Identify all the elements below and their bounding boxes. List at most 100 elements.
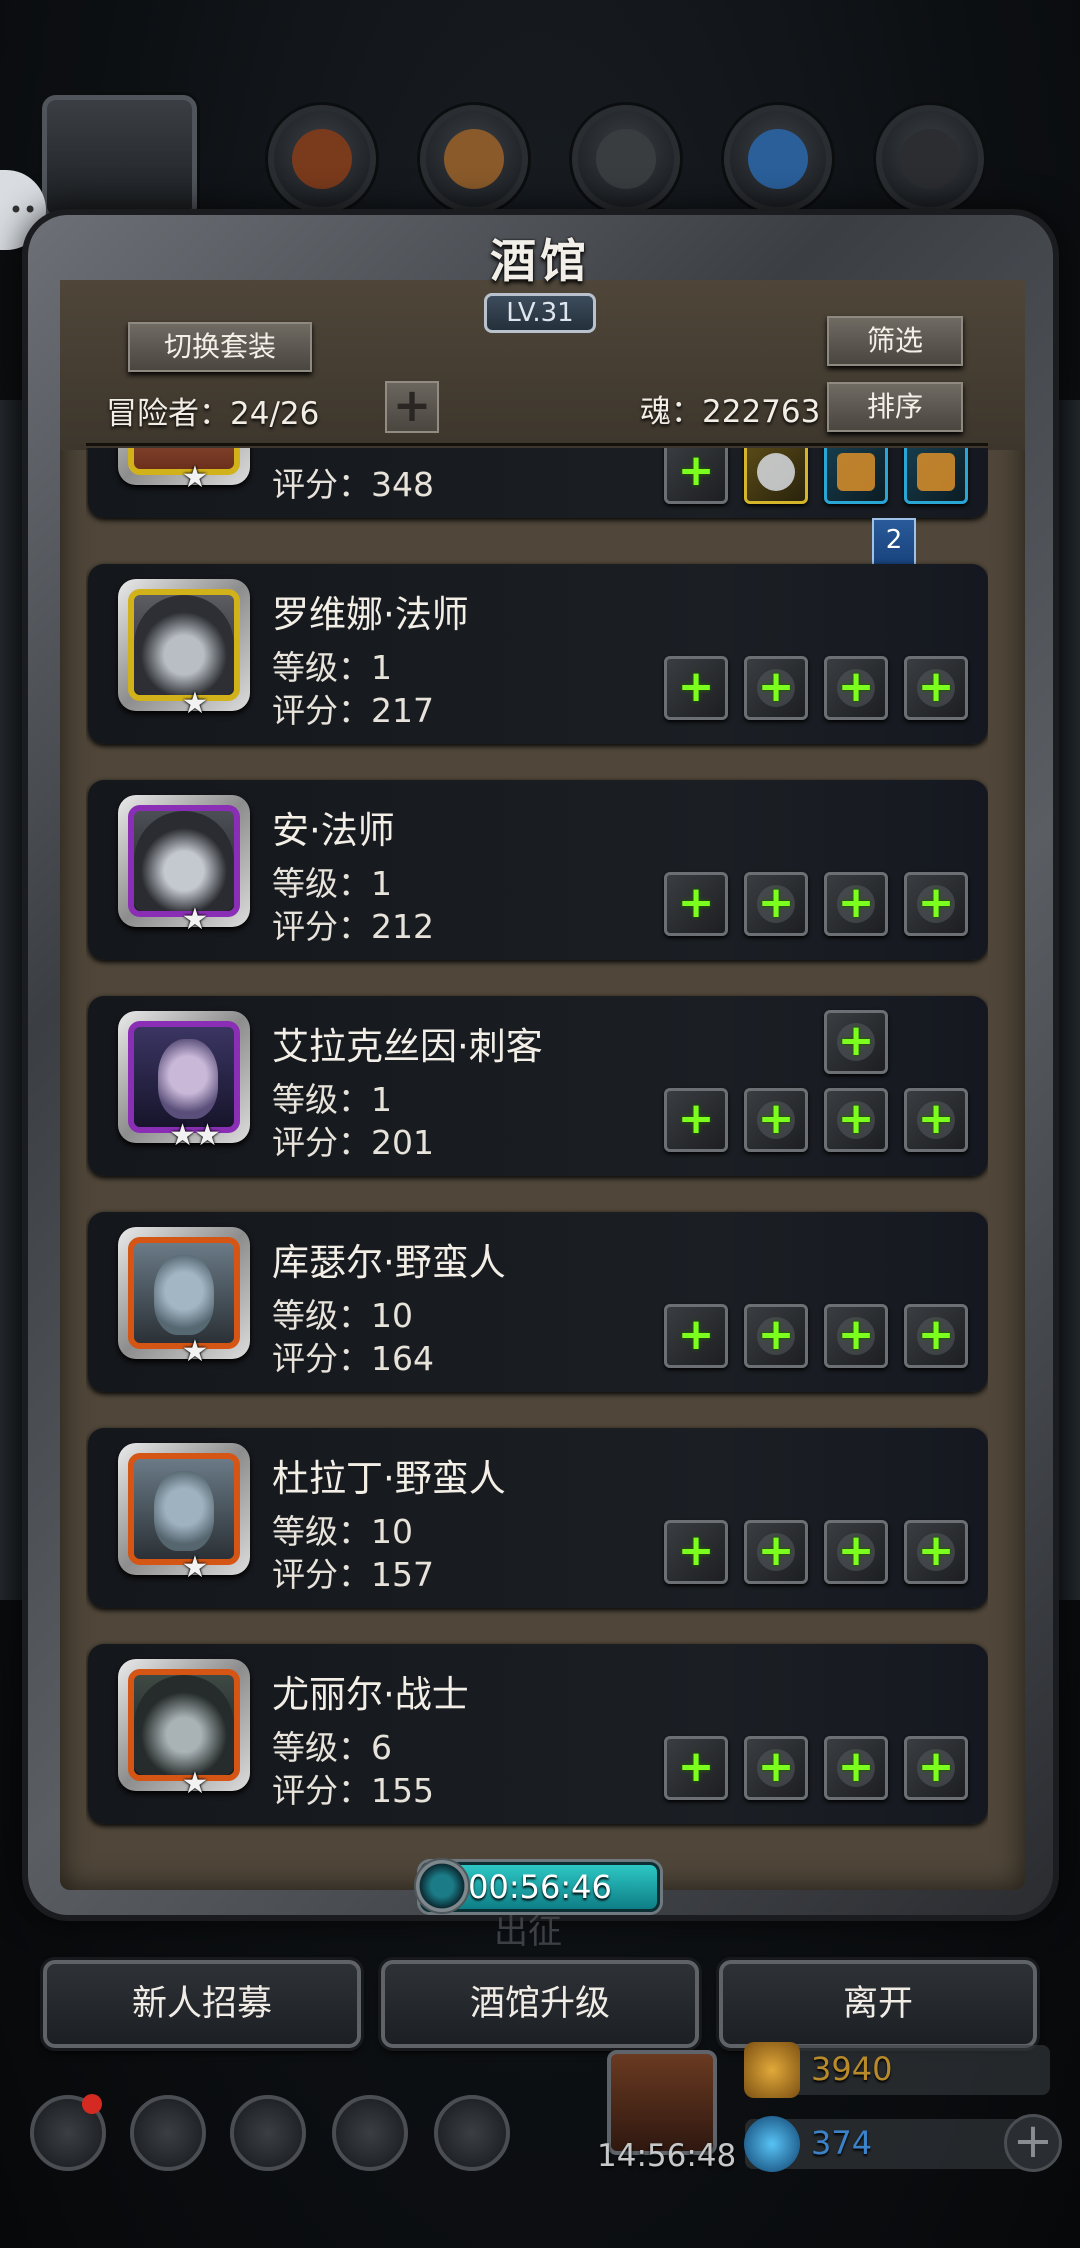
equip-slot-armor[interactable]: + [744, 1736, 808, 1800]
hero-avatar: ★ [118, 1443, 250, 1585]
equip-slot-accessory-2[interactable]: + [904, 1736, 968, 1800]
hero-name: 罗维娜·法师 [272, 593, 469, 636]
hero-score: 评分：212 [272, 907, 434, 946]
equip-slot-accessory[interactable]: + [824, 1088, 888, 1152]
equip-slot-weapon[interactable]: + [664, 656, 728, 720]
equip-slot-accessory[interactable]: + [824, 1736, 888, 1800]
equip-slot-accessory[interactable]: + [824, 1520, 888, 1584]
tavern-upgrade-button[interactable]: 酒馆升级 [381, 1960, 699, 2048]
hero-stars: ★ [181, 1334, 209, 1369]
hero-avatar: ★ [118, 1659, 250, 1801]
hero-avatar: ★ [118, 579, 250, 721]
hero-avatar: ★ [118, 448, 250, 495]
top-slot-bar [0, 95, 1080, 225]
add-gems-button[interactable]: + [1004, 2114, 1062, 2172]
hero-stars: ★ [181, 1550, 209, 1585]
adventurer-count: 冒险者：24/26 [106, 396, 320, 432]
hero-name: 尤丽尔·战士 [272, 1673, 469, 1716]
add-adventurer-slot-button[interactable]: + [385, 381, 439, 433]
hero-stars: ★★ [169, 1118, 221, 1153]
equip-slot-accessory-2[interactable]: + [904, 872, 968, 936]
hero-stars: ★ [181, 1766, 209, 1801]
equip-slot-accessory[interactable]: + [824, 872, 888, 936]
equip-slot-accessory[interactable]: + [824, 656, 888, 720]
hero-score: 评分：155 [272, 1771, 434, 1810]
equip-slot-weapon[interactable]: + [664, 1088, 728, 1152]
sort-button[interactable]: 排序 [827, 382, 963, 432]
equip-slot-accessory-2[interactable]: + [904, 656, 968, 720]
equip-slot-weapon[interactable]: + [664, 1736, 728, 1800]
equip-slot-armor[interactable]: + [744, 1520, 808, 1584]
equip-slot-accessory[interactable] [824, 448, 888, 504]
top-slot-ore-icon[interactable] [876, 105, 984, 213]
hero-score: 评分：164 [272, 1339, 434, 1378]
hero-level: 等级：10 [272, 1512, 413, 1551]
top-slot-weapon-icon[interactable] [268, 105, 376, 213]
equip-slot-accessory-2[interactable]: + [904, 1520, 968, 1584]
hero-card-partial[interactable]: ★ 评分：348 + [88, 448, 988, 518]
hero-level: 等级：10 [272, 1296, 413, 1335]
hero-name: 安·法师 [272, 809, 395, 852]
equip-slot-armor[interactable]: + [744, 1088, 808, 1152]
hero-score: 评分：201 [272, 1123, 434, 1162]
timer-clock-icon [414, 1858, 470, 1914]
top-slot-metal-icon[interactable] [572, 105, 680, 213]
hero-score: 评分：157 [272, 1555, 434, 1594]
equip-slot-armor[interactable]: + [744, 1304, 808, 1368]
hero-card[interactable]: ★ 尤丽尔·战士 等级：6 评分：155 + + + + [88, 1644, 988, 1824]
hero-avatar: ★ [118, 1227, 250, 1369]
equip-slot-armor[interactable] [744, 448, 808, 504]
hero-avatar: ★★ [118, 1011, 250, 1153]
gold-amount: 3940 [811, 2050, 893, 2088]
leave-button[interactable]: 离开 [719, 1960, 1037, 2048]
gem-icon [744, 2116, 800, 2172]
equip-slot-accessory-2[interactable] [904, 448, 968, 504]
hero-name: 艾拉克丝因·刺客 [272, 1025, 543, 1068]
hero-level: 等级：1 [272, 864, 392, 903]
window-title: 酒馆 [490, 234, 590, 288]
equip-slot-weapon[interactable]: + [664, 1304, 728, 1368]
equip-slot-armor[interactable]: + [744, 656, 808, 720]
hero-card[interactable]: ★ 库瑟尔·野蛮人 等级：10 评分：164 + + + + [88, 1212, 988, 1392]
gold-coin-icon [744, 2042, 800, 2098]
hero-score: 评分：348 [272, 465, 434, 504]
recruit-button[interactable]: 新人招募 [43, 1960, 361, 2048]
hero-score: 评分：217 [272, 691, 434, 730]
hero-level: 等级：1 [272, 648, 392, 687]
equip-slot-accessory[interactable]: + [824, 1304, 888, 1368]
hero-name: 杜拉丁·野蛮人 [272, 1457, 506, 1500]
equip-slot-accessory-2[interactable]: + [904, 1304, 968, 1368]
equip-slot-extra[interactable]: + [824, 1010, 888, 1074]
equip-slot-accessory-2[interactable]: + [904, 1088, 968, 1152]
notification-dot [82, 2094, 102, 2114]
hero-card[interactable]: ★ 杜拉丁·野蛮人 等级：10 评分：157 + + + + [88, 1428, 988, 1608]
hero-name: 库瑟尔·野蛮人 [272, 1241, 506, 1284]
hero-list[interactable]: ★ 评分：348 + 2 ★ 罗维娜·法师 等级：1 评分：217 + + + … [86, 448, 988, 1838]
hero-stars: ★ [181, 902, 209, 937]
header-divider [86, 443, 988, 446]
filter-button[interactable]: 筛选 [827, 316, 963, 366]
equip-slot-weapon[interactable]: + [664, 872, 728, 936]
gem-amount: 374 [811, 2124, 873, 2162]
switch-outfit-button[interactable]: 切换套装 [128, 322, 312, 372]
hero-card[interactable]: ★ 安·法师 等级：1 评分：212 + + + + [88, 780, 988, 960]
hero-level: 等级：6 [272, 1728, 392, 1767]
top-slot-crystal-icon[interactable] [724, 105, 832, 213]
achievements-icon[interactable] [130, 2095, 206, 2171]
equip-slot-weapon[interactable]: + [664, 1520, 728, 1584]
soul-count: 魂：222763 [640, 394, 821, 430]
hero-card[interactable]: ★★ 艾拉克丝因·刺客 等级：1 评分：201 + + + + + [88, 996, 988, 1176]
tavern-level-badge: LV.31 [484, 293, 596, 333]
mail-icon[interactable] [332, 2095, 408, 2171]
hero-level: 等级：1 [272, 1080, 392, 1119]
hero-card[interactable]: ★ 罗维娜·法师 等级：1 评分：217 + + + + [88, 564, 988, 744]
top-slot-wood-icon[interactable] [420, 105, 528, 213]
equip-slot-weapon[interactable]: + [664, 448, 728, 504]
equip-slot-armor[interactable]: + [744, 872, 808, 936]
hero-stars: ★ [181, 686, 209, 721]
gift-timer: 14:56:48 [597, 2138, 737, 2174]
map-icon[interactable] [434, 2095, 510, 2171]
guild-icon[interactable] [230, 2095, 306, 2171]
top-hero-slot[interactable] [42, 95, 197, 220]
hero-avatar: ★ [118, 795, 250, 937]
